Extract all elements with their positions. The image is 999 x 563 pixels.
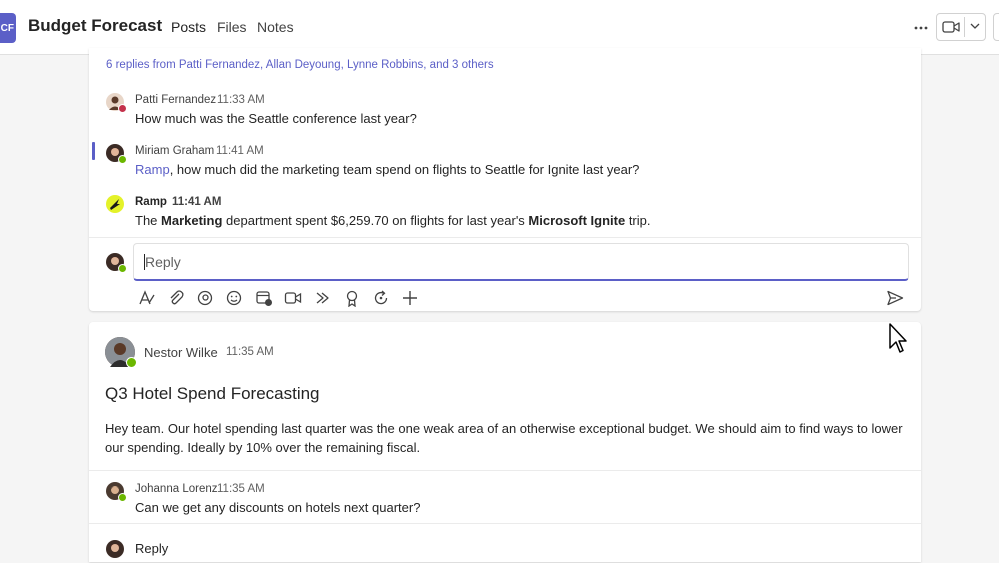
presence-available-icon (118, 493, 127, 502)
channel-title: Budget Forecast (28, 16, 163, 35)
reply-input[interactable]: Reply (133, 243, 909, 281)
presence-available-icon (118, 155, 127, 164)
attach-icon[interactable] (167, 289, 185, 307)
current-user-avatar[interactable] (106, 253, 127, 273)
tab-notes[interactable]: Notes (257, 19, 294, 35)
presence-available-icon (126, 357, 137, 368)
divider (89, 470, 921, 471)
add-icon[interactable] (401, 289, 419, 307)
selected-message-indicator (92, 142, 95, 160)
reply-button[interactable]: Reply (135, 541, 168, 556)
stream-icon[interactable] (314, 289, 332, 307)
team-avatar[interactable]: CF (0, 13, 16, 43)
format-icon[interactable] (138, 289, 156, 307)
meet-now-button[interactable] (936, 13, 986, 41)
conversation-thread: 6 replies from Patti Fernandez, Allan De… (89, 48, 921, 311)
text-bold-part: Marketing (161, 213, 223, 228)
presence-available-icon (118, 264, 127, 273)
video-clip-icon[interactable] (284, 289, 302, 307)
text-part: department spent $6,259.70 on flights fo… (222, 213, 529, 228)
avatar[interactable] (105, 337, 137, 368)
mention-tag[interactable]: Ramp (135, 162, 170, 177)
post-body: Hey team. Our hotel spending last quarte… (105, 421, 903, 455)
button-divider (964, 17, 965, 37)
channel-header: CF Budget Forecast Posts Files Notes (0, 0, 999, 55)
avatar[interactable] (106, 482, 127, 502)
post-author[interactable]: Nestor Wilke (144, 345, 218, 360)
message-time: 11:35 AM (217, 483, 265, 495)
bot-message-text: The Marketing department spent $6,259.70… (135, 213, 651, 228)
video-icon (942, 21, 960, 33)
message-author[interactable]: Ramp (135, 196, 167, 208)
avatar[interactable] (106, 93, 127, 113)
more-icon (914, 26, 928, 30)
reply-placeholder: Reply (145, 254, 181, 270)
message-text: Can we get any discounts on hotels next … (135, 500, 421, 515)
post-time: 11:35 AM (226, 346, 274, 358)
message-author[interactable]: Johanna Lorenz (135, 483, 217, 495)
presence-busy-icon (118, 104, 127, 113)
more-options-button[interactable] (910, 16, 932, 38)
person-avatar-icon (110, 544, 120, 552)
send-icon[interactable] (886, 289, 904, 307)
message-text-rest: , how much did the marketing team spend … (169, 162, 640, 177)
loop-icon[interactable] (196, 289, 214, 307)
chevron-down-icon[interactable] (970, 23, 980, 30)
message-text: How much was the Seattle conference last… (135, 111, 417, 126)
divider (89, 237, 921, 238)
header-extra-button[interactable] (993, 13, 999, 41)
message-text: Ramp, how much did the marketing team sp… (135, 162, 639, 177)
text-part: The (135, 213, 162, 228)
message-author[interactable]: Miriam Graham (135, 145, 214, 157)
mouse-cursor-icon (889, 323, 907, 353)
praise-icon[interactable] (343, 289, 361, 307)
ramp-logo-icon (110, 199, 120, 210)
conversation-thread: Nestor Wilke 11:35 AM Q3 Hotel Spend For… (89, 322, 921, 562)
avatar[interactable] (106, 144, 127, 164)
message-author[interactable]: Patti Fernandez (135, 94, 216, 106)
divider (89, 523, 921, 524)
tab-posts[interactable]: Posts (171, 19, 206, 35)
message-time: 11:41 AM (172, 196, 222, 208)
text-bold-part: Microsoft Ignite (528, 213, 626, 228)
message-time: 11:33 AM (217, 94, 265, 106)
schedule-icon[interactable] (255, 289, 273, 307)
emoji-icon[interactable] (225, 289, 243, 307)
bot-avatar[interactable] (106, 195, 124, 213)
refresh-icon[interactable] (372, 289, 390, 307)
post-title: Q3 Hotel Spend Forecasting (105, 384, 320, 403)
message-time: 11:41 AM (216, 145, 264, 157)
text-part: trip. (625, 213, 651, 228)
current-user-avatar[interactable] (106, 540, 124, 558)
tab-files[interactable]: Files (217, 19, 247, 35)
replies-summary-link[interactable]: 6 replies from Patti Fernandez, Allan De… (106, 59, 494, 71)
